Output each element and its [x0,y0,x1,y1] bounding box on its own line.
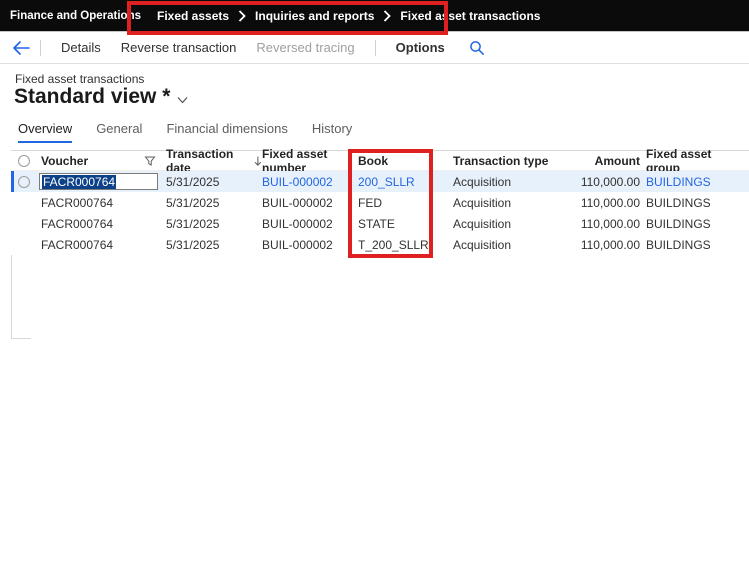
search-icon [469,40,485,56]
column-header-book[interactable]: Book [358,154,453,168]
transaction-type-cell[interactable]: Acquisition [453,196,550,210]
fixed-asset-group-cell[interactable]: BUILDINGS [640,196,744,210]
app-title: Finance and Operations [10,10,141,22]
tab-strip: Overview General Financial dimensions Hi… [18,121,352,143]
column-header-voucher[interactable]: Voucher [41,154,166,168]
voucher-input-selected-text: FACR000764 [42,175,116,189]
column-header-voucher-label: Voucher [41,154,88,168]
column-header-amount[interactable]: Amount [550,154,640,168]
chevron-down-icon [177,96,188,104]
select-all-cell[interactable] [11,155,41,167]
fixed-asset-number-link[interactable]: BUIL-000002 [262,175,333,189]
fixed-asset-number-cell[interactable]: BUIL-000002 [262,217,358,231]
action-bar-divider [40,40,41,56]
transaction-date-cell[interactable]: 5/31/2025 [166,238,262,252]
fixed-asset-group-link[interactable]: BUILDINGS [646,175,711,189]
row-select-radio-icon[interactable] [18,176,30,188]
selected-row-indicator [11,171,14,192]
book-cell[interactable]: FED [358,196,453,210]
transaction-type-cell[interactable]: Acquisition [453,238,550,252]
tab-history[interactable]: History [312,121,352,143]
reversed-tracing-button: Reversed tracing [256,40,354,55]
book-cell[interactable]: STATE [358,217,453,231]
transaction-date-cell[interactable]: 5/31/2025 [166,175,262,189]
table-row[interactable]: FACR000764 5/31/2025 BUIL-000002 200_SLL… [11,171,749,192]
top-navigation-bar: Finance and Operations Fixed assets Inqu… [0,0,749,31]
sort-descending-icon [254,155,262,167]
grid-header-row: Voucher Transaction date Fixed asset num… [11,150,749,171]
details-button[interactable]: Details [61,40,101,55]
fixed-asset-number-cell[interactable]: BUIL-000002 [262,238,358,252]
filter-icon[interactable] [144,155,156,167]
options-button[interactable]: Options [396,40,445,55]
table-row[interactable]: FACR000764 5/31/2025 BUIL-000002 FED Acq… [11,192,749,213]
search-button[interactable] [469,40,485,56]
tab-financial-dimensions[interactable]: Financial dimensions [166,121,287,143]
book-cell[interactable]: T_200_SLLR [358,238,453,252]
breadcrumb-fixed-assets[interactable]: Fixed assets [157,9,229,23]
fixed-asset-group-cell[interactable]: BUILDINGS [640,238,744,252]
breadcrumb-inquiries-and-reports[interactable]: Inquiries and reports [255,9,374,23]
view-title-label: Standard view * [14,85,170,109]
transaction-date-cell[interactable]: 5/31/2025 [166,196,262,210]
reverse-transaction-button[interactable]: Reverse transaction [121,40,237,55]
action-bar: Details Reverse transaction Reversed tra… [0,32,749,64]
voucher-cell[interactable]: FACR000764 [41,238,166,252]
breadcrumb-fixed-asset-transactions[interactable]: Fixed asset transactions [400,9,540,23]
transaction-type-cell[interactable]: Acquisition [453,175,550,189]
fixed-asset-number-cell: BUIL-000002 [262,175,358,189]
voucher-input[interactable]: FACR000764 [39,173,158,190]
book-link[interactable]: 200_SLLR [358,175,415,189]
table-row[interactable]: FACR000764 5/31/2025 BUIL-000002 T_200_S… [11,234,749,255]
amount-cell[interactable]: 110,000.00 [550,196,640,210]
select-all-radio-icon[interactable] [18,155,30,167]
amount-cell[interactable]: 110,000.00 [550,175,640,189]
chevron-right-icon [238,10,246,22]
transaction-date-cell[interactable]: 5/31/2025 [166,217,262,231]
fixed-asset-number-cell[interactable]: BUIL-000002 [262,196,358,210]
book-cell: 200_SLLR [358,175,453,189]
back-button[interactable] [12,41,30,55]
view-title[interactable]: Standard view * [14,85,188,109]
arrow-left-icon [12,41,30,55]
page-caption: Fixed asset transactions [15,72,144,86]
row-select-cell[interactable] [11,176,41,188]
transaction-type-cell[interactable]: Acquisition [453,217,550,231]
grid-corner-border [11,338,31,339]
voucher-cell[interactable]: FACR000764 [41,196,166,210]
fixed-asset-transactions-grid: Voucher Transaction date Fixed asset num… [11,150,749,255]
fixed-asset-group-cell[interactable]: BUILDINGS [640,217,744,231]
tab-general[interactable]: General [96,121,142,143]
tab-overview[interactable]: Overview [18,121,72,143]
column-header-transaction-type[interactable]: Transaction type [453,154,550,168]
action-bar-divider [375,40,376,56]
table-row[interactable]: FACR000764 5/31/2025 BUIL-000002 STATE A… [11,213,749,234]
chevron-right-icon [383,10,391,22]
voucher-cell[interactable]: FACR000764 [41,217,166,231]
breadcrumb: Fixed assets Inquiries and reports Fixed… [157,0,540,31]
amount-cell[interactable]: 110,000.00 [550,217,640,231]
fixed-asset-group-cell: BUILDINGS [640,175,744,189]
amount-cell[interactable]: 110,000.00 [550,238,640,252]
